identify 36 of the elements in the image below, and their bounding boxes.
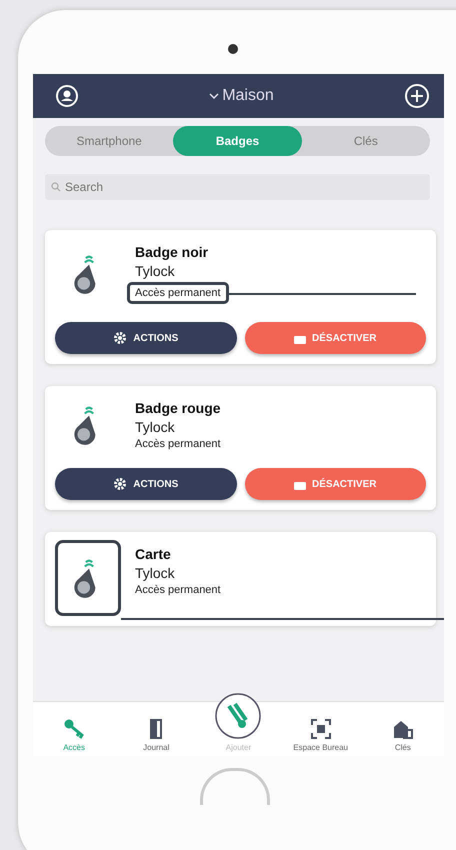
nav-item[interactable]: Espace Bureau (286, 718, 356, 752)
nav-label: Accès (63, 743, 85, 752)
nav-item[interactable]: Accès (39, 718, 110, 752)
deactivate-button[interactable]: DÉSACTIVER (244, 322, 426, 354)
nav-item[interactable]: Clés (368, 718, 438, 752)
gear-icon (113, 477, 128, 491)
house-icon (392, 718, 414, 740)
gear-icon (113, 331, 128, 345)
nav-item[interactable]: Ajouter (203, 692, 274, 752)
tab[interactable]: Badges (173, 126, 302, 156)
tab[interactable]: Smartphone (45, 126, 174, 156)
header-title[interactable]: Maison (222, 87, 274, 105)
nav-item[interactable]: Journal (121, 718, 192, 752)
access-status: Accès permanent (135, 438, 221, 450)
badge-brand: Tylock (135, 263, 176, 279)
search-field[interactable]: Search (45, 174, 430, 200)
badge-name: Badge rouge (135, 400, 221, 416)
access-status: Accès permanent (135, 584, 221, 596)
badge-name: Carte (135, 546, 172, 562)
nav-label: Clés (394, 743, 411, 752)
actions-button[interactable]: ACTIONS (55, 322, 236, 354)
deactivate-button[interactable]: DÉSACTIVER (244, 468, 426, 500)
nav-label: Espace Bureau (293, 743, 348, 752)
badge-brand: Tylock (135, 565, 176, 581)
key-icon (63, 718, 86, 740)
badge-name: Badge noir (135, 244, 210, 260)
add-icon[interactable] (404, 83, 430, 109)
nav-label: Ajouter (226, 743, 252, 752)
chevron-down-icon[interactable] (209, 92, 220, 100)
actions-button[interactable]: ACTIONS (55, 468, 236, 500)
user-icon[interactable] (55, 84, 79, 108)
scan-frame-icon (310, 718, 332, 740)
tab[interactable]: Clés (302, 126, 430, 156)
badge-brand: Tylock (135, 419, 176, 435)
camera-dot (228, 44, 238, 54)
nav-label: Journal (143, 743, 170, 752)
